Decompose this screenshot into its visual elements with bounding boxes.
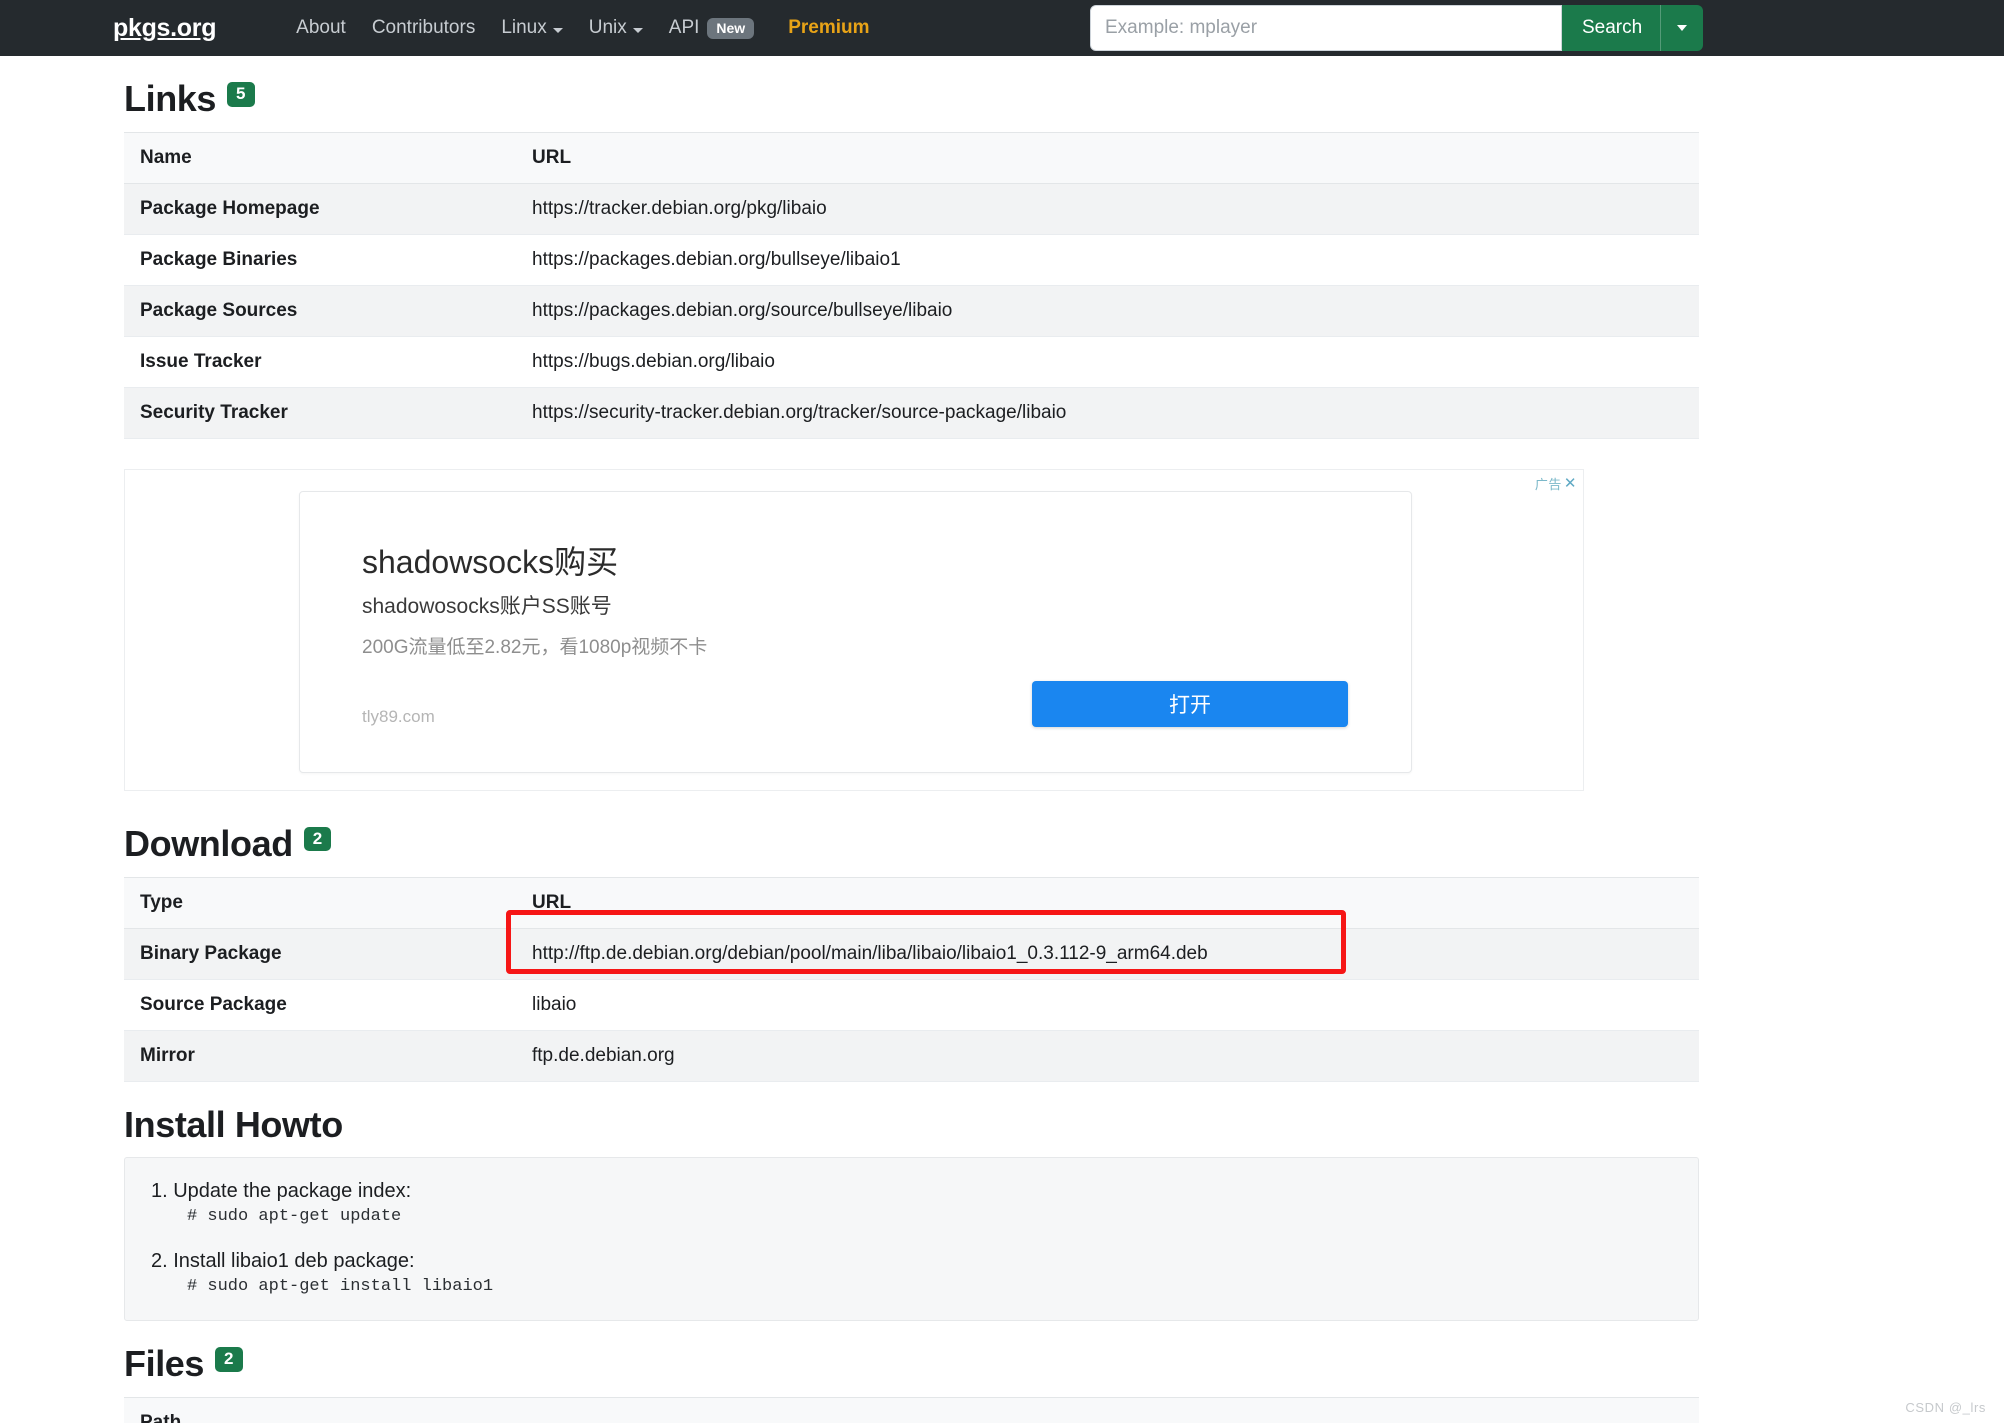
link-url[interactable]: https://bugs.debian.org/libaio: [516, 336, 1699, 388]
link-name: Package Sources: [124, 285, 516, 337]
ad-title: shadowsocks购买: [362, 543, 619, 580]
link-url[interactable]: https://security-tracker.debian.org/trac…: [516, 387, 1699, 439]
download-url[interactable]: http://ftp.de.debian.org/debian/pool/mai…: [516, 928, 1699, 980]
chevron-down-icon: [552, 27, 563, 33]
table-row: Package Binaries https://packages.debian…: [124, 234, 1699, 286]
nav-item-contributors-label: Contributors: [371, 17, 476, 38]
files-table-header-row: Path: [124, 1397, 1699, 1423]
table-row: Issue Tracker https://bugs.debian.org/li…: [124, 336, 1699, 388]
download-table: Type URL Binary Package http://ftp.de.de…: [124, 876, 1699, 1082]
nav-item-unix[interactable]: Unix: [589, 17, 643, 39]
links-table-header-row: Name URL: [124, 131, 1699, 184]
search-options-dropdown-button[interactable]: [1660, 5, 1704, 51]
links-heading: Links 5: [124, 80, 2004, 118]
links-col-name: Name: [124, 131, 516, 184]
install-step-label: 1. Update the package index:: [151, 1180, 412, 1203]
nav-item-contributors[interactable]: Contributors: [372, 17, 476, 39]
table-row: Binary Package http://ftp.de.debian.org/…: [124, 928, 1699, 980]
search-input[interactable]: [1090, 5, 1562, 51]
install-step-command: # sudo apt-get install libaio1: [187, 1277, 494, 1297]
ad-subtitle: shadowosocks账户SS账号: [362, 594, 612, 618]
advertisement-container: 广告 ✕ shadowsocks购买 shadowosocks账户SS账号 20…: [124, 468, 1584, 791]
download-table-header-row: Type URL: [124, 876, 1699, 929]
download-type: Mirror: [124, 1030, 516, 1082]
link-url[interactable]: https://packages.debian.org/bullseye/lib…: [516, 234, 1699, 286]
download-type: Binary Package: [124, 928, 516, 980]
site-logo[interactable]: pkgs.org: [113, 14, 216, 43]
links-table: Name URL Package Homepage https://tracke…: [124, 131, 1699, 439]
table-row: Source Package libaio: [124, 979, 1699, 1031]
install-howto-box: 1. Update the package index: # sudo apt-…: [124, 1157, 1699, 1322]
files-col-path: Path: [124, 1397, 1699, 1423]
install-howto-heading: Install Howto: [124, 1103, 2004, 1145]
files-count-badge: 2: [215, 1347, 243, 1372]
table-row: Mirror ftp.de.debian.org: [124, 1030, 1699, 1082]
install-step-label: 2. Install libaio1 deb package:: [151, 1250, 415, 1273]
link-name: Security Tracker: [124, 387, 516, 439]
search-form: Search: [1090, 5, 1704, 51]
nav-item-linux-label: Linux: [501, 17, 547, 38]
watermark: CSDN @_lrs: [1905, 1400, 1986, 1415]
nav-item-unix-label: Unix: [588, 17, 627, 38]
table-row: Package Sources https://packages.debian.…: [124, 285, 1699, 337]
link-url[interactable]: https://packages.debian.org/source/bulls…: [516, 285, 1699, 337]
nav-item-api[interactable]: API New: [668, 17, 755, 39]
link-url[interactable]: https://tracker.debian.org/pkg/libaio: [516, 183, 1699, 235]
links-col-url: URL: [516, 131, 1699, 184]
primary-navigation: About Contributors Linux Unix API New Pr…: [296, 17, 870, 39]
link-name: Package Homepage: [124, 183, 516, 235]
ad-label-text: 广告: [1534, 476, 1562, 492]
download-title: Download: [124, 822, 293, 864]
ad-open-button[interactable]: 打开: [1032, 680, 1348, 727]
download-type: Source Package: [124, 979, 516, 1031]
close-icon[interactable]: ✕: [1564, 476, 1577, 491]
advertisement-card[interactable]: shadowsocks购买 shadowosocks账户SS账号 200G流量低…: [299, 490, 1412, 773]
new-badge: New: [707, 17, 755, 39]
ad-label: 广告 ✕: [1535, 474, 1577, 493]
nav-item-premium[interactable]: Premium: [788, 17, 869, 39]
ad-domain: tly89.com: [362, 706, 435, 726]
chevron-down-icon: [632, 27, 643, 33]
install-howto-title: Install Howto: [124, 1103, 343, 1145]
download-count-badge: 2: [303, 826, 332, 852]
links-count-badge: 5: [227, 82, 255, 107]
nav-item-linux[interactable]: Linux: [501, 17, 563, 39]
download-col-url: URL: [516, 876, 1699, 929]
chevron-down-icon: [1677, 25, 1688, 31]
page-content: Links 5 Name URL Package Homepage https:…: [0, 56, 2004, 1423]
link-name: Issue Tracker: [124, 336, 516, 388]
download-col-type: Type: [124, 876, 516, 929]
links-title: Links: [124, 78, 217, 119]
table-row: Security Tracker https://security-tracke…: [124, 387, 1699, 439]
search-button[interactable]: Search: [1562, 5, 1661, 51]
download-url[interactable]: ftp.de.debian.org: [516, 1030, 1699, 1082]
nav-item-about[interactable]: About: [296, 17, 346, 39]
files-table: Path: [124, 1397, 1699, 1423]
install-step-command: # sudo apt-get update: [187, 1207, 402, 1227]
files-title: Files: [124, 1343, 205, 1385]
table-row: Package Homepage https://tracker.debian.…: [124, 183, 1699, 235]
top-navbar: pkgs.org About Contributors Linux Unix A…: [0, 0, 2004, 56]
link-name: Package Binaries: [124, 234, 516, 286]
download-heading: Download 2: [124, 822, 2004, 864]
nav-item-about-label: About: [296, 17, 346, 38]
nav-item-api-label: API: [668, 17, 700, 38]
download-url[interactable]: libaio: [516, 979, 1699, 1031]
files-heading: Files 2: [124, 1345, 2004, 1383]
ad-description: 200G流量低至2.82元，看1080p视频不卡: [362, 636, 708, 658]
